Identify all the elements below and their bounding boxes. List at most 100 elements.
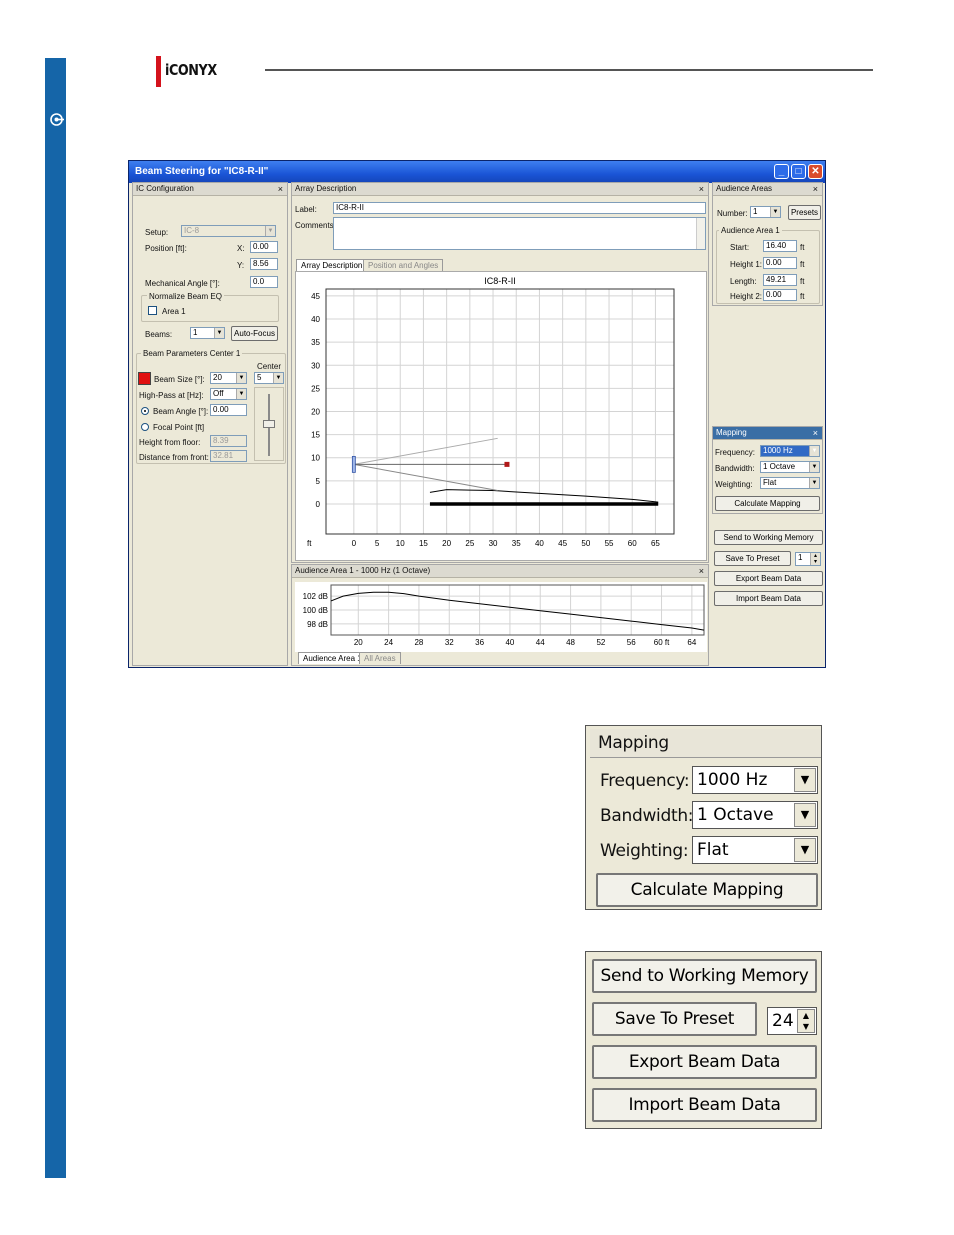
chevron-down-icon: ▼ bbox=[770, 207, 780, 217]
center-select[interactable]: 5 ▼ bbox=[254, 372, 284, 384]
x-tick-label: 35 bbox=[512, 539, 521, 548]
frequency-select[interactable]: 1000 Hz ▼ bbox=[760, 445, 820, 457]
zoom-import-beam-data-button[interactable]: Import Beam Data bbox=[592, 1088, 817, 1122]
close-icon[interactable]: × bbox=[813, 427, 818, 439]
y-field[interactable]: 8.56 bbox=[250, 258, 278, 270]
chart-title: IC8-R-II bbox=[484, 276, 516, 286]
preset-number-spinner[interactable]: 1 ▴ ▾ bbox=[795, 552, 821, 566]
panel-header: Mapping × bbox=[713, 427, 822, 440]
distance-front-field: 32.81 bbox=[210, 450, 247, 462]
zoom-preset-number-spinner[interactable]: 24 ▲ ▼ bbox=[767, 1007, 817, 1035]
y-tick-label: 98 dB bbox=[307, 620, 328, 629]
focal-point-radio[interactable] bbox=[141, 423, 149, 431]
bandwidth-select[interactable]: 1 Octave ▼ bbox=[760, 461, 820, 473]
height2-field[interactable]: 0.00 bbox=[763, 289, 797, 301]
zoom-frequency-value: 1000 Hz bbox=[697, 770, 768, 790]
height1-field[interactable]: 0.00 bbox=[763, 257, 797, 269]
chevron-down-icon: ▼ bbox=[809, 462, 819, 472]
zoom-frequency-select[interactable]: 1000 Hz ▼ bbox=[692, 766, 818, 794]
tab-position-and-angles[interactable]: Position and Angles bbox=[363, 259, 444, 271]
start-field[interactable]: 16.40 bbox=[763, 240, 797, 252]
weighting-select[interactable]: Flat ▼ bbox=[760, 477, 820, 489]
import-beam-data-button[interactable]: Import Beam Data bbox=[714, 591, 823, 606]
beam-angle-radio[interactable] bbox=[141, 407, 149, 415]
beam-angle-label: Beam Angle [°]: bbox=[153, 407, 209, 416]
zoom-bandwidth-select[interactable]: 1 Octave ▼ bbox=[692, 801, 818, 829]
beams-select[interactable]: 1 ▼ bbox=[190, 327, 225, 339]
comments-field[interactable] bbox=[333, 217, 706, 250]
y-tick-label: 45 bbox=[311, 292, 320, 301]
spl-chart: 20 24 28 32 36 40 44 48 52 56 60 ft 64 102 dB 100 dB 9… bbox=[303, 584, 705, 647]
zoom-save-to-preset-button[interactable]: Save To Preset bbox=[592, 1002, 757, 1036]
x-tick-label: 48 bbox=[566, 638, 575, 647]
highpass-select[interactable]: Off ▼ bbox=[210, 388, 247, 400]
zoom-export-beam-data-button[interactable]: Export Beam Data bbox=[592, 1045, 817, 1079]
tab-all-areas[interactable]: All Areas bbox=[359, 652, 401, 664]
y-tick-label: 35 bbox=[311, 338, 320, 347]
slider-thumb[interactable] bbox=[263, 420, 275, 428]
zoom-calculate-mapping-button[interactable]: Calculate Mapping bbox=[596, 873, 818, 907]
tab-array-description[interactable]: Array Description bbox=[296, 259, 368, 271]
auto-focus-button[interactable]: Auto-Focus bbox=[231, 326, 278, 341]
zoom-weighting-label: Weighting: bbox=[600, 841, 689, 861]
setup-select: IC-8 ▼ bbox=[181, 225, 276, 237]
number-select[interactable]: 1 ▼ bbox=[750, 206, 781, 218]
beam-color-swatch[interactable] bbox=[138, 372, 151, 385]
position-label: Position [ft]: bbox=[145, 244, 187, 253]
label-label: Label: bbox=[295, 205, 317, 214]
x-tick-label: 25 bbox=[465, 539, 474, 548]
beam-angle-field[interactable]: 0.00 bbox=[210, 404, 247, 416]
setup-value: IC-8 bbox=[184, 226, 200, 235]
presets-button[interactable]: Presets bbox=[788, 205, 821, 220]
x-label: X: bbox=[237, 244, 245, 253]
center-slider[interactable] bbox=[254, 387, 284, 461]
x-field[interactable]: 0.00 bbox=[250, 241, 278, 253]
audience-areas-panel: Audience Areas × Number: 1 ▼ Presets Audie… bbox=[712, 182, 823, 306]
panel-title: Audience Area 1 - 1000 Hz (1 Octave) bbox=[295, 566, 431, 575]
spl-chart-area: 20 24 28 32 36 40 44 48 52 56 60 ft 64 102 dB 100 dB 9… bbox=[295, 582, 707, 652]
beam-size-select[interactable]: 20 ▼ bbox=[210, 372, 247, 384]
mechanical-angle-field[interactable]: 0.0 bbox=[250, 276, 278, 288]
save-to-preset-button[interactable]: Save To Preset bbox=[714, 551, 791, 566]
spinner-arrows-icon[interactable]: ▴ ▾ bbox=[810, 553, 820, 565]
label-field[interactable]: IC8-R-II bbox=[333, 202, 706, 214]
x-tick-label: 60 bbox=[628, 539, 637, 548]
chevron-down-icon: ▼ bbox=[236, 373, 246, 383]
zoom-send-to-working-memory-button[interactable]: Send to Working Memory bbox=[592, 959, 817, 993]
length-label: Length: bbox=[730, 277, 757, 286]
title-bar[interactable]: Beam Steering for "IC8-R-II" _ □ ✕ bbox=[129, 161, 825, 183]
bandwidth-value: 1 Octave bbox=[763, 462, 796, 471]
y-tick-label: 0 bbox=[316, 500, 321, 509]
height1-label: Height 1: bbox=[730, 260, 763, 269]
close-icon[interactable]: × bbox=[278, 183, 283, 195]
preset-number-value: 1 bbox=[798, 553, 803, 562]
send-to-working-memory-button[interactable]: Send to Working Memory bbox=[714, 530, 823, 545]
tab-audience-area-1[interactable]: Audience Area 1 bbox=[298, 652, 367, 664]
x-tick-label: 65 bbox=[651, 539, 660, 548]
calculate-mapping-button[interactable]: Calculate Mapping bbox=[715, 496, 820, 511]
close-icon[interactable]: × bbox=[699, 565, 704, 577]
scrollbar[interactable] bbox=[696, 218, 705, 249]
panel-header: Audience Areas × bbox=[713, 183, 822, 196]
x-tick-label: 20 bbox=[442, 539, 451, 548]
height2-label: Height 2: bbox=[730, 292, 763, 301]
y-tick-label: 5 bbox=[316, 477, 321, 486]
close-icon[interactable]: × bbox=[813, 183, 818, 195]
start-label: Start: bbox=[730, 243, 750, 252]
close-icon[interactable]: × bbox=[699, 183, 704, 195]
beam-coverage-chart: IC8-R-II 0 5 10 15 20 25 30 35 40 45 50 55 60 65 0 5 10 15… bbox=[307, 276, 675, 548]
zoom-frequency-label: Frequency: bbox=[600, 771, 690, 791]
export-beam-data-button[interactable]: Export Beam Data bbox=[714, 571, 823, 586]
length-field[interactable]: 49.21 bbox=[763, 274, 797, 286]
zoom-weighting-select[interactable]: Flat ▼ bbox=[692, 836, 818, 864]
x-tick-label: 50 bbox=[581, 539, 590, 548]
x-tick-label: 36 bbox=[475, 638, 484, 647]
area1-checkbox[interactable] bbox=[148, 306, 157, 315]
spinner-arrows-icon[interactable]: ▲ ▼ bbox=[797, 1009, 815, 1033]
maximize-button[interactable]: □ bbox=[791, 164, 806, 179]
mechanical-angle-label: Mechanical Angle [°]: bbox=[145, 279, 220, 288]
beam-size-label: Beam Size [°]: bbox=[154, 375, 205, 384]
beams-label: Beams: bbox=[145, 330, 173, 339]
minimize-button[interactable]: _ bbox=[774, 164, 789, 179]
close-button[interactable]: ✕ bbox=[808, 164, 823, 179]
